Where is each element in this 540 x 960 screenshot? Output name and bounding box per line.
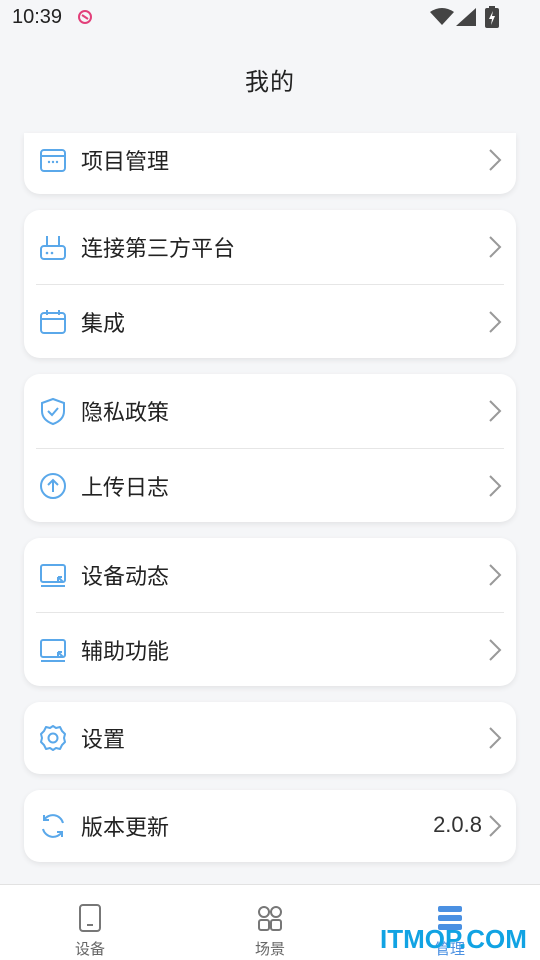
signal-icon xyxy=(456,8,476,26)
menu-label: 集成 xyxy=(81,312,126,337)
status-time: 10:39 xyxy=(12,6,63,28)
menu-label: 设置 xyxy=(81,728,126,753)
menu-item-settings[interactable]: 设置 xyxy=(24,701,516,775)
menu-card-settings: 设置 xyxy=(24,702,516,774)
tab-label: 场景 xyxy=(254,940,285,958)
chevron-right-icon xyxy=(489,475,502,497)
menu-item-version-update[interactable]: 版本更新 2.0.8 xyxy=(24,789,516,863)
tab-scenes[interactable]: 场景 xyxy=(180,885,360,960)
menu-item-privacy-policy[interactable]: 隐私政策 xyxy=(24,374,516,448)
menu-card-integration: 连接第三方平台 集成 xyxy=(24,210,516,358)
chevron-right-icon xyxy=(489,815,502,837)
menu-card-privacy: 隐私政策 上传日志 xyxy=(24,374,516,522)
upload-circle-icon xyxy=(40,473,66,499)
gear-icon xyxy=(40,725,66,751)
menu-item-project-management[interactable]: 项目管理 xyxy=(24,123,516,197)
menu-label: 设备动态 xyxy=(81,565,170,590)
menu-item-device-status[interactable]: 设备动态 xyxy=(24,538,516,612)
menu-item-accessibility[interactable]: 辅助功能 xyxy=(24,613,516,687)
chevron-right-icon xyxy=(489,149,502,171)
watermark: ITMOP.COM xyxy=(380,924,527,954)
chevron-right-icon xyxy=(489,639,502,661)
status-bar: 10:39 xyxy=(0,0,540,36)
battery-icon xyxy=(485,6,499,28)
chevron-right-icon xyxy=(489,727,502,749)
menu-label: 项目管理 xyxy=(81,150,170,175)
router-icon xyxy=(40,236,66,260)
menu-item-upload-log[interactable]: 上传日志 xyxy=(24,449,516,523)
wifi-icon xyxy=(430,8,454,25)
menu-label: 上传日志 xyxy=(81,476,170,501)
menu-card-device: 设备动态 辅助功能 xyxy=(24,538,516,686)
page-title: 我的 xyxy=(245,68,295,96)
menu-label: 连接第三方平台 xyxy=(81,237,236,262)
calendar-icon xyxy=(40,310,66,334)
menu-item-integration[interactable]: 集成 xyxy=(24,285,516,359)
calendar-window-icon xyxy=(40,149,66,172)
phone-device-icon xyxy=(79,904,101,932)
menu-card-version: 版本更新 2.0.8 xyxy=(24,790,516,862)
menu-card-project: 项目管理 xyxy=(24,133,516,194)
chevron-right-icon xyxy=(489,311,502,333)
monitor-cursor-icon xyxy=(40,564,66,587)
chevron-right-icon xyxy=(489,400,502,422)
monitor-cursor-icon xyxy=(40,639,66,662)
version-value: 2.0.8 xyxy=(433,812,482,837)
tab-label: 设备 xyxy=(74,940,105,958)
grid-scenes-icon xyxy=(258,906,282,931)
menu-label: 版本更新 xyxy=(81,816,170,841)
menu-label: 隐私政策 xyxy=(81,401,170,426)
chevron-right-icon xyxy=(489,564,502,586)
app-notification-icon xyxy=(78,10,92,24)
shield-check-icon xyxy=(41,397,65,426)
refresh-icon xyxy=(42,814,64,838)
menu-label: 辅助功能 xyxy=(81,640,170,665)
menu-item-connect-third-party[interactable]: 连接第三方平台 xyxy=(24,210,516,284)
tab-devices[interactable]: 设备 xyxy=(0,885,180,960)
chevron-right-icon xyxy=(489,236,502,258)
